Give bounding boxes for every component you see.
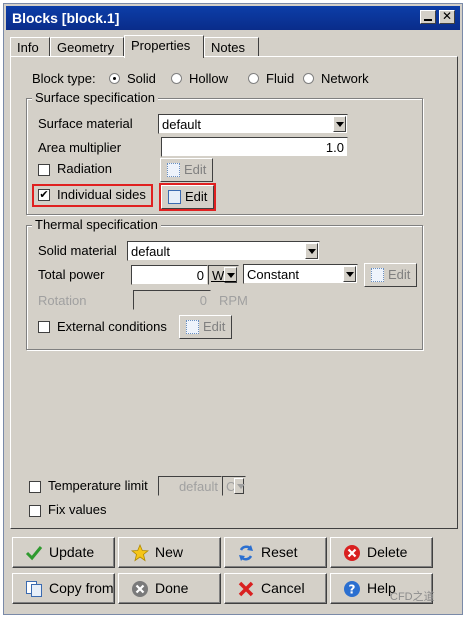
- individual-sides-label: Individual sides: [57, 187, 146, 202]
- temperature-limit-input: default: [158, 476, 222, 496]
- fix-values-label: Fix values: [48, 502, 107, 517]
- power-mode-value: Constant: [247, 267, 300, 282]
- window-title: Blocks [block.1]: [12, 10, 120, 26]
- checkmark-icon: [25, 546, 43, 561]
- chevron-down-icon: [234, 478, 245, 494]
- edit-icon: [167, 163, 180, 177]
- rotation-input: 0: [133, 290, 211, 310]
- surface-material-label: Surface material: [38, 116, 133, 131]
- blocks-dialog: Blocks [block.1] ✕ Info Geometry Propert…: [3, 3, 463, 615]
- surface-material-select[interactable]: default: [158, 114, 348, 134]
- individual-sides-edit-button[interactable]: Edit: [161, 185, 214, 209]
- new-button[interactable]: New: [118, 537, 221, 568]
- total-power-value: 0: [196, 268, 204, 283]
- delete-icon: [344, 545, 360, 561]
- total-power-input[interactable]: 0: [131, 265, 208, 285]
- fix-values-checkbox[interactable]: [29, 505, 41, 517]
- rotation-label: Rotation: [38, 293, 87, 308]
- tab-properties[interactable]: Properties: [124, 35, 204, 58]
- power-mode-select[interactable]: Constant: [243, 264, 358, 284]
- update-label: Update: [49, 544, 95, 560]
- area-multiplier-label: Area multiplier: [38, 140, 122, 155]
- power-edit-label: Edit: [388, 267, 411, 282]
- individual-sides-edit-label: Edit: [185, 189, 208, 204]
- external-conditions-label: External conditions: [57, 319, 167, 334]
- block-type-label: Block type:: [32, 71, 96, 86]
- radio-fluid[interactable]: [248, 73, 259, 84]
- copy-from-label: Copy from: [49, 580, 114, 596]
- edit-icon: [168, 190, 181, 204]
- properties-panel: Block type: Solid Hollow Fluid Network S…: [10, 56, 458, 529]
- power-unit-select[interactable]: W: [208, 265, 239, 285]
- tab-info-label: Info: [17, 40, 39, 55]
- cancel-button[interactable]: Cancel: [224, 573, 327, 604]
- radiation-label: Radiation: [57, 161, 112, 176]
- area-multiplier-input[interactable]: 1.0: [161, 137, 348, 157]
- tab-notes[interactable]: Notes: [204, 37, 259, 57]
- temperature-unit-select: C: [222, 476, 246, 496]
- done-icon: [132, 581, 148, 597]
- close-button[interactable]: ✕: [439, 10, 455, 24]
- radio-solid[interactable]: [109, 73, 120, 84]
- unit-underline: [211, 281, 236, 282]
- individual-sides-checkbox[interactable]: ✔: [38, 189, 50, 201]
- chevron-down-icon[interactable]: [343, 266, 356, 282]
- copy-from-button[interactable]: Copy from: [12, 573, 115, 604]
- surface-specification-title: Surface specification: [32, 90, 158, 105]
- radio-solid-label: Solid: [127, 71, 156, 86]
- cancel-icon: [238, 581, 254, 597]
- reset-icon: [239, 545, 253, 561]
- rotation-unit: RPM: [219, 293, 248, 308]
- minimize-button[interactable]: [420, 10, 436, 24]
- reset-label: Reset: [261, 544, 298, 560]
- radiation-edit-button[interactable]: Edit: [160, 158, 213, 182]
- tab-properties-label: Properties: [131, 38, 191, 53]
- solid-material-label: Solid material: [38, 243, 117, 258]
- temperature-limit-checkbox[interactable]: [29, 481, 41, 493]
- help-icon: ?: [344, 581, 360, 597]
- temperature-limit-label: Temperature limit: [48, 478, 148, 493]
- done-button[interactable]: Done: [118, 573, 221, 604]
- total-power-label: Total power: [38, 267, 105, 282]
- copy-icon: [26, 581, 42, 597]
- done-label: Done: [155, 580, 189, 596]
- radio-fluid-label: Fluid: [266, 71, 295, 86]
- solid-material-select[interactable]: default: [127, 241, 320, 261]
- new-label: New: [155, 544, 184, 560]
- radiation-checkbox[interactable]: [38, 164, 50, 176]
- radiation-edit-label: Edit: [184, 162, 207, 177]
- radio-network-label: Network: [321, 71, 369, 86]
- rotation-value: 0: [199, 293, 207, 308]
- svg-text:?: ?: [349, 583, 356, 597]
- tab-geometry[interactable]: Geometry: [50, 37, 124, 57]
- temperature-limit-value: default: [178, 479, 218, 494]
- tab-notes-label: Notes: [211, 40, 245, 55]
- tab-info[interactable]: Info: [10, 37, 50, 57]
- chevron-down-icon[interactable]: [333, 116, 346, 132]
- radio-hollow-label: Hollow: [189, 71, 229, 86]
- radio-network[interactable]: [303, 73, 314, 84]
- update-button[interactable]: Update: [12, 537, 115, 568]
- tab-geometry-label: Geometry: [57, 40, 115, 55]
- power-edit-button[interactable]: Edit: [364, 263, 417, 287]
- chevron-down-icon[interactable]: [305, 243, 318, 259]
- delete-button[interactable]: Delete: [330, 537, 433, 568]
- title-bar[interactable]: Blocks [block.1] ✕: [6, 6, 460, 30]
- watermark: CFD之道: [390, 591, 435, 603]
- edit-icon: [371, 268, 384, 282]
- thermal-specification-title: Thermal specification: [32, 217, 161, 232]
- surface-material-value: default: [162, 117, 202, 132]
- delete-label: Delete: [367, 544, 408, 560]
- check-mark-icon: ✔: [39, 189, 49, 201]
- star-icon: [131, 544, 149, 562]
- edit-icon: [186, 320, 199, 334]
- external-conditions-edit-label: Edit: [203, 319, 226, 334]
- radio-hollow[interactable]: [171, 73, 182, 84]
- reset-button[interactable]: Reset: [224, 537, 327, 568]
- external-conditions-edit-button[interactable]: Edit: [179, 315, 232, 339]
- area-multiplier-value: 1.0: [325, 140, 344, 155]
- cancel-label: Cancel: [261, 580, 305, 596]
- solid-material-value: default: [131, 244, 171, 259]
- external-conditions-checkbox[interactable]: [38, 321, 50, 333]
